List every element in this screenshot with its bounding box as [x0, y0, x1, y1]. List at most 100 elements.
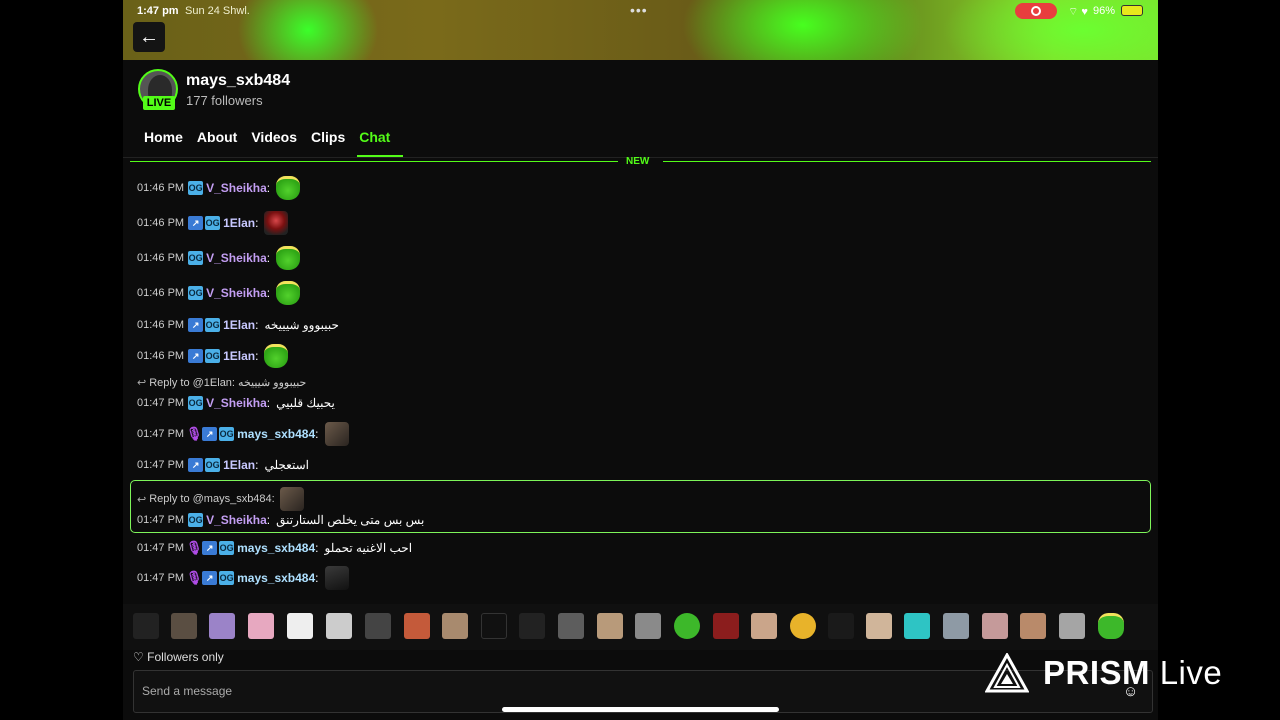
chat-message[interactable]: 01:47 PM 🎙 ↗ OG mays_sxb484: — [137, 566, 349, 590]
reply-arrow-icon: ↩ — [137, 377, 147, 389]
username[interactable]: mays_sxb484 — [237, 541, 315, 555]
message-time: 01:46 PM — [137, 287, 185, 299]
followers-only-label: Followers only — [147, 650, 224, 664]
new-divider-left — [130, 161, 618, 162]
message-text: حبيبووو شيييخه — [264, 318, 339, 332]
chat-message[interactable]: 01:46 PM OG V_Sheikha: — [137, 246, 301, 270]
og-badge-icon: OG — [219, 541, 235, 555]
emote-icon[interactable] — [635, 613, 661, 639]
emote-icon[interactable] — [442, 613, 468, 639]
microphone-badge-icon: 🎙 — [185, 426, 203, 441]
chat-message[interactable]: 01:46 PM OG V_Sheikha: — [137, 176, 301, 200]
moderator-badge-icon: ↗ — [202, 427, 218, 441]
username[interactable]: 1Elan — [223, 318, 255, 332]
og-badge-icon: OG — [188, 396, 204, 410]
message-time: 01:47 PM — [137, 397, 185, 409]
emote-icon[interactable] — [597, 613, 623, 639]
message-time: 01:47 PM — [137, 514, 185, 526]
og-badge-icon: OG — [188, 286, 204, 300]
emote-icon[interactable] — [365, 613, 391, 639]
emote-icon[interactable] — [558, 613, 584, 639]
battery-icon — [1121, 5, 1143, 16]
tab-clips[interactable]: Clips — [311, 129, 345, 145]
message-text: استعجلي — [264, 458, 309, 472]
message-time: 01:46 PM — [137, 217, 185, 229]
og-badge-icon: OG — [188, 251, 204, 265]
username[interactable]: V_Sheikha — [206, 396, 267, 410]
multitask-dots-icon[interactable]: ••• — [630, 2, 648, 18]
og-badge-icon: OG — [205, 349, 221, 363]
live-badge: LIVE — [143, 96, 175, 110]
username[interactable]: V_Sheikha — [206, 286, 267, 300]
emote-icon[interactable] — [209, 613, 235, 639]
chat-message[interactable]: 01:46 PM OG V_Sheikha: — [137, 281, 301, 305]
moderator-badge-icon: ↗ — [188, 216, 204, 230]
chat-message[interactable]: 01:46 PM ↗ OG 1Elan: حبيبووو شيييخه — [137, 313, 339, 337]
username[interactable]: 1Elan — [223, 349, 255, 363]
username[interactable]: V_Sheikha — [206, 181, 267, 195]
home-indicator[interactable] — [502, 707, 779, 712]
username[interactable]: mays_sxb484 — [237, 427, 315, 441]
username[interactable]: 1Elan — [223, 458, 255, 472]
emote-icon[interactable] — [519, 613, 545, 639]
emote-icon[interactable] — [1020, 613, 1046, 639]
tab-videos[interactable]: Videos — [251, 129, 297, 145]
heart-icon: ♡ — [133, 650, 144, 664]
chat-message[interactable]: 01:47 PM ↗ OG 1Elan: استعجلي — [137, 453, 309, 477]
tab-home[interactable]: Home — [144, 129, 183, 145]
chat-message[interactable]: 01:47 PM OG V_Sheikha: يحبيك قلبيي — [137, 391, 335, 415]
username[interactable]: V_Sheikha — [206, 251, 267, 265]
moderator-badge-icon: ↗ — [188, 349, 204, 363]
red-figure-emote-icon — [264, 211, 289, 235]
new-divider-right — [663, 161, 1151, 162]
chat-message[interactable]: 01:46 PM ↗ OG 1Elan: — [137, 344, 289, 368]
message-time: 01:47 PM — [137, 459, 185, 471]
screen-record-icon[interactable] — [1015, 3, 1057, 19]
message-text: بس بس متى يخلص الستارتنق — [276, 513, 425, 527]
username[interactable]: V_Sheikha — [206, 513, 267, 527]
green-halo-emote-icon — [264, 344, 289, 368]
og-badge-icon: OG — [219, 427, 235, 441]
follower-count: 177 followers — [186, 93, 263, 108]
username[interactable]: mays_sxb484 — [237, 571, 315, 585]
emote-icon[interactable] — [1059, 613, 1085, 639]
status-date: Sun 24 Shwl. — [185, 5, 250, 17]
emote-icon[interactable] — [287, 613, 313, 639]
emote-icon[interactable] — [133, 613, 159, 639]
emote-icon[interactable] — [866, 613, 892, 639]
message-text: احب الاغنيه تحملو — [324, 541, 413, 555]
chat-message[interactable]: 01:46 PM ↗ OG 1Elan: — [137, 211, 289, 235]
chat-message[interactable]: 01:47 PM OG V_Sheikha: بس بس متى يخلص ال… — [137, 508, 424, 532]
tab-chat[interactable]: Chat — [359, 129, 390, 145]
emote-icon[interactable] — [904, 613, 930, 639]
emote-icon[interactable] — [943, 613, 969, 639]
chat-message[interactable]: 01:47 PM 🎙 ↗ OG mays_sxb484: — [137, 422, 349, 446]
emote-icon[interactable] — [751, 613, 777, 639]
emote-icon[interactable] — [674, 613, 700, 639]
moderator-badge-icon: ↗ — [188, 458, 204, 472]
green-halo-emote-icon — [276, 281, 301, 305]
prism-live-watermark: PRISM Live — [985, 653, 1222, 693]
emote-icon[interactable] — [248, 613, 274, 639]
dark-photo-emote-icon — [324, 566, 349, 590]
app-screen: 1:47 pm Sun 24 Shwl. ••• ⌔ ♥ 96% ← LIVE … — [123, 0, 1158, 720]
emote-icon[interactable] — [790, 613, 816, 639]
channel-name[interactable]: mays_sxb484 — [186, 72, 290, 90]
og-badge-icon: OG — [205, 216, 221, 230]
username[interactable]: 1Elan — [223, 216, 255, 230]
emote-icon[interactable] — [326, 613, 352, 639]
battery-percent: 96% — [1093, 5, 1116, 17]
chat-message[interactable]: 01:47 PM 🎙 ↗ OG mays_sxb484: احب الاغنيه… — [137, 536, 412, 560]
emote-icon[interactable] — [1098, 613, 1124, 639]
emote-icon[interactable] — [171, 613, 197, 639]
emote-icon[interactable] — [404, 613, 430, 639]
channel-banner: 1:47 pm Sun 24 Shwl. ••• ⌔ ♥ 96% ← — [123, 0, 1158, 60]
emote-icon[interactable] — [828, 613, 854, 639]
emote-icon[interactable] — [713, 613, 739, 639]
emote-icon[interactable] — [481, 613, 507, 639]
tab-about[interactable]: About — [197, 129, 237, 145]
emote-icon[interactable] — [982, 613, 1008, 639]
message-time: 01:46 PM — [137, 319, 185, 331]
reply-context[interactable]: ↩ Reply to @1Elan: حبيبووو شيييخه — [137, 376, 306, 389]
back-arrow-icon[interactable]: ← — [133, 22, 165, 52]
